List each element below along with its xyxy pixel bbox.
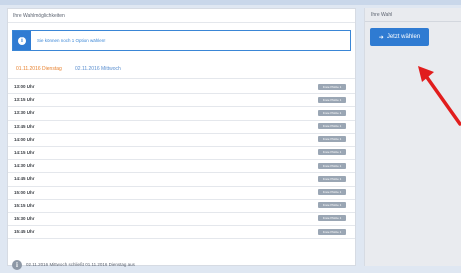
info-icon: i [12, 260, 22, 270]
slot-time: 14:00 Uhr [14, 136, 35, 142]
slot-row: 15:00 Uhr Freie Plätze 1 [8, 187, 355, 200]
slot-row: 14:15 Uhr Freie Plätze 1 [8, 147, 355, 161]
annotation-arrow-icon [418, 66, 461, 126]
slot-time: 13:30 Uhr [14, 110, 35, 116]
free-seats-button[interactable]: Freie Plätze 1 [318, 162, 346, 169]
free-seats-button[interactable]: Freie Plätze 1 [318, 202, 346, 209]
free-seats-button[interactable]: Freie Plätze 1 [318, 136, 346, 143]
divider [8, 22, 355, 23]
arrow-right-icon: ➜ [378, 34, 384, 41]
exclusion-note: i 02.11.2016 Mittwoch schließt 01.11.201… [8, 259, 355, 273]
choose-now-button[interactable]: ➜ Jetzt wählen [370, 28, 429, 46]
slot-row: 14:30 Uhr Freie Plätze 1 [8, 160, 355, 174]
slot-row: 13:15 Uhr Freie Plätze 1 [8, 94, 355, 108]
slot-row: 13:45 Uhr Freie Plätze 1 [8, 121, 355, 134]
info-icon-cell: i [13, 31, 31, 50]
free-seats-button[interactable]: Freie Plätze 1 [318, 175, 346, 182]
slot-time: 15:00 Uhr [14, 189, 35, 195]
selection-panel: Ihre Wahl ➜ Jetzt wählen [364, 8, 461, 266]
slot-time: 14:30 Uhr [14, 163, 35, 169]
slot-row: 15:15 Uhr Freie Plätze 1 [8, 200, 355, 213]
slot-time: 13:45 Uhr [14, 123, 35, 129]
options-panel: Ihre Wahlmöglichkeiten i Sie können noch… [7, 8, 356, 270]
free-seats-button[interactable]: Freie Plätze 1 [318, 189, 346, 195]
slot-time: 14:15 Uhr [14, 149, 35, 155]
tab-tuesday[interactable]: 01.11.2016 Dienstag [16, 66, 62, 72]
free-seats-button[interactable]: Freie Plätze 1 [318, 83, 346, 90]
free-seats-button[interactable]: Freie Plätze 1 [318, 149, 346, 156]
selection-title: Ihre Wahl [371, 12, 393, 18]
free-seats-button[interactable]: Freie Plätze 1 [318, 96, 346, 103]
slot-time: 14:45 Uhr [14, 176, 35, 182]
date-tabs: 01.11.2016 Dienstag 02.11.2016 Mittwoch [8, 61, 355, 79]
slot-row: 14:00 Uhr Freie Plätze 1 [8, 134, 355, 147]
divider [365, 21, 461, 22]
slot-row: 13:00 Uhr Freie Plätze 1 [8, 81, 355, 95]
slot-row: 13:30 Uhr Freie Plätze 1 [8, 107, 355, 121]
free-seats-button[interactable]: Freie Plätze 1 [318, 123, 346, 130]
slot-row: 15:45 Uhr Freie Plätze 1 [8, 226, 355, 240]
tab-wednesday[interactable]: 02.11.2016 Mittwoch [75, 66, 121, 72]
slot-time: 13:15 Uhr [14, 97, 35, 103]
choose-now-label: Jetzt wählen [386, 34, 421, 40]
options-title: Ihre Wahlmöglichkeiten [13, 13, 65, 19]
slot-row: 14:45 Uhr Freie Plätze 1 [8, 173, 355, 187]
exclusion-text: 02.11.2016 Mittwoch schließt 01.11.2016 … [26, 262, 135, 267]
slot-time: 13:00 Uhr [14, 84, 35, 89]
info-text: Sie können noch 1 Option wählen! [37, 38, 106, 43]
slot-time: 15:15 Uhr [14, 202, 35, 208]
slot-time: 15:30 Uhr [14, 215, 35, 221]
info-icon: i [18, 36, 26, 45]
info-alert: i Sie können noch 1 Option wählen! [12, 30, 351, 51]
slot-time: 15:45 Uhr [14, 229, 35, 235]
free-seats-button[interactable]: Freie Plätze 1 [318, 109, 346, 116]
free-seats-button[interactable]: Freie Plätze 1 [318, 215, 346, 222]
top-bar [0, 0, 461, 5]
slot-row: 15:30 Uhr Freie Plätze 1 [8, 213, 355, 227]
slot-list: 13:00 Uhr Freie Plätze 1 13:15 Uhr Freie… [8, 81, 355, 240]
free-seats-button[interactable]: Freie Plätze 1 [318, 228, 346, 235]
